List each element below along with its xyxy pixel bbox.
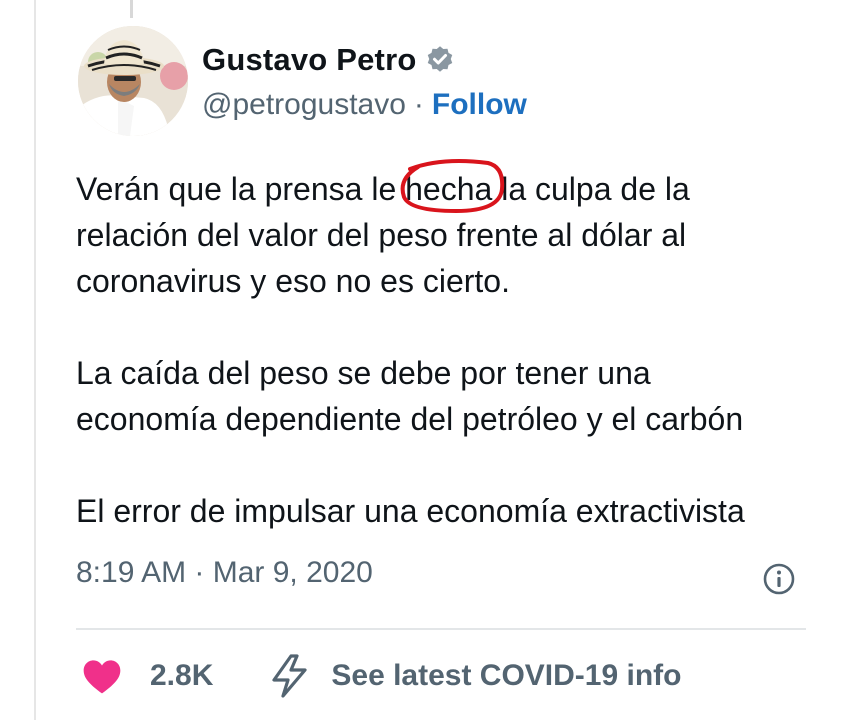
verified-badge-icon <box>425 45 455 75</box>
tweet-line: El error de impulsar una economía extrac… <box>76 493 745 529</box>
author-name[interactable]: Gustavo Petro <box>202 42 416 78</box>
heart-icon[interactable] <box>80 654 124 698</box>
tweet-text: Verán que la prensa le hecha la culpa de… <box>76 159 816 534</box>
tweet-paragraph: El error de impulsar una economía extrac… <box>76 488 816 534</box>
action-bar: 2.8K See latest COVID-19 info <box>80 650 681 702</box>
author-handle[interactable]: @petrogustavo <box>202 88 406 122</box>
handle-separator: · <box>413 88 424 121</box>
tweet-line: Verán que la prensa le <box>76 171 406 207</box>
info-icon[interactable] <box>762 562 796 596</box>
tweet-line: economía dependiente del petróleo y el c… <box>76 401 744 437</box>
tweet-paragraph: Verán que la prensa le hecha la culpa de… <box>76 159 816 304</box>
tweet-line: relación del valor del peso frente al dó… <box>76 217 687 253</box>
avatar[interactable] <box>78 26 188 136</box>
tweet-line: la culpa de la <box>492 171 690 207</box>
author-handle-row: @petrogustavo · Follow <box>202 88 527 122</box>
covid-info-label: See latest COVID-19 info <box>331 659 682 692</box>
thread-rule <box>34 0 36 720</box>
follow-button[interactable]: Follow <box>432 88 527 122</box>
like-count[interactable]: 2.8K <box>150 659 213 693</box>
tweet-line: La caída del peso se debe por tener una <box>76 355 651 391</box>
divider <box>76 628 806 630</box>
annotated-word: hecha <box>400 159 505 214</box>
tweet-timestamp[interactable]: 8:19 AM · Mar 9, 2020 <box>76 556 373 590</box>
lightning-bolt-icon <box>269 653 311 699</box>
author-name-row: Gustavo Petro <box>202 40 455 80</box>
covid-info-link[interactable]: See latest COVID-19 info <box>269 653 681 699</box>
tweet-line: coronavirus y eso no es cierto. <box>76 263 510 299</box>
thread-connector <box>130 0 133 18</box>
annotated-word-text: hecha <box>405 171 493 207</box>
tweet-paragraph: La caída del peso se debe por tener una … <box>76 350 816 442</box>
